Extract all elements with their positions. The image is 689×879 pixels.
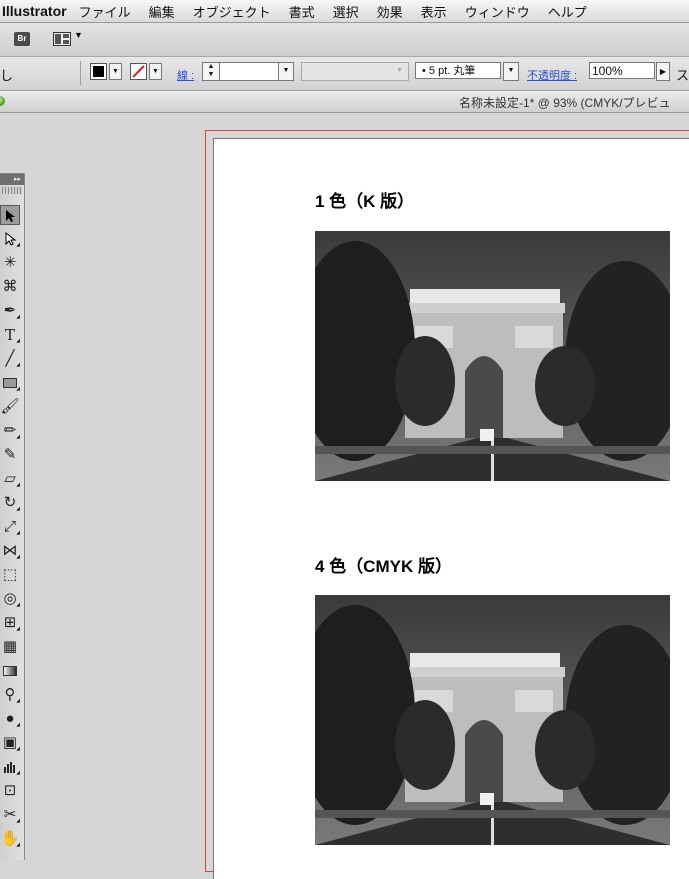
artboard-tool-icon[interactable]: ⊡ (0, 781, 20, 801)
stroke-weight-input[interactable] (219, 62, 279, 81)
style-label[interactable]: ス (676, 65, 689, 84)
document-tab[interactable]: 名称未設定-1* @ 93% (CMYK/プレビュ (0, 91, 689, 113)
hand-tool-icon[interactable]: ✋ ◢ (0, 829, 20, 849)
bridge-button[interactable]: Br (14, 32, 30, 46)
menu-object[interactable]: オブジェクト (193, 2, 271, 21)
menu-edit[interactable]: 編集 (149, 2, 175, 21)
magic-wand-tool-icon[interactable]: ✳ (0, 253, 20, 273)
pencil-tool-icon[interactable]: ✏ ◢ (0, 421, 20, 441)
lasso-tool-icon[interactable]: ⌘ (0, 277, 20, 297)
stroke-weight-stepper[interactable]: ▲ ▼ (202, 62, 220, 81)
photo-arc-de-triomphe-cmyk[interactable] (315, 595, 670, 845)
blob-brush-tool-icon[interactable]: ✎ (0, 445, 20, 465)
menu-select[interactable]: 選択 (333, 2, 359, 21)
slice-tool-icon[interactable]: ✂ ◢ (0, 805, 20, 825)
paintbrush-tool-icon[interactable]: 🖌 (0, 397, 20, 417)
eraser-tool-icon[interactable]: ▱ ◢ (0, 469, 20, 489)
menu-help[interactable]: ヘルプ (548, 2, 587, 21)
collapse-panel-icon[interactable]: ▸▸ (0, 174, 24, 185)
photo-arc-de-triomphe-k[interactable] (315, 231, 670, 481)
control-panel: し ▼ ▼ 線 : ▲ ▼ ▼ ▼ • 5 pt. 丸筆 ▼ 不透明度 : 100… (0, 57, 689, 91)
zoom-window-icon[interactable] (0, 96, 5, 106)
mesh-tool-icon[interactable]: ▦ (0, 637, 20, 657)
shape-builder-tool-icon[interactable]: ◎ ◢ (0, 589, 20, 609)
arrange-documents-icon[interactable] (53, 32, 71, 46)
free-transform-tool-icon[interactable]: ⬚ (0, 565, 20, 585)
selection-tool-icon[interactable] (0, 205, 20, 225)
line-segment-tool-icon[interactable]: ╱ ◢ (0, 349, 20, 369)
eyedropper-tool-icon[interactable]: ⚲ ◢ (0, 685, 21, 705)
panel-grip[interactable] (2, 187, 22, 194)
tools-panel: ▸▸ ◢ ✳ ⌘ ✒ ◢ T ◢ ╱ ◢ ◢ 🖌 ✏ ◢ ✎ ▱ ◢ ↻ ◢ ⤢ ◢ ⋈ ◢ ⬚… (0, 173, 25, 860)
brush-definition-select[interactable]: • 5 pt. 丸筆 (415, 62, 501, 79)
width-tool-icon[interactable]: ⋈ ◢ (0, 541, 21, 561)
menu-effect[interactable]: 効果 (377, 2, 403, 21)
stroke-swatch[interactable] (130, 63, 147, 80)
perspective-grid-tool-icon[interactable]: ⊞ ◢ (0, 613, 20, 633)
fill-swatch[interactable] (90, 63, 107, 80)
rotate-tool-icon[interactable]: ↻ ◢ (0, 493, 20, 513)
rectangle-tool-icon[interactable]: ◢ (0, 373, 20, 393)
pen-tool-icon[interactable]: ✒ ◢ (0, 301, 20, 321)
scale-tool-icon[interactable]: ⤢ ◢ (0, 517, 20, 537)
artboard[interactable]: 1 色（K 版） 4 色（CMYK 版） (213, 138, 689, 879)
column-graph-tool-icon[interactable]: ◢ (0, 757, 20, 777)
stroke-dropdown-arrow[interactable]: ▼ (149, 63, 162, 80)
menu-bar: Illustrator ファイル 編集 オブジェクト 書式 選択 効果 表示 ウ… (0, 0, 689, 23)
canvas-area[interactable]: 1 色（K 版） 4 色（CMYK 版） (0, 113, 689, 879)
brush-dropdown-arrow[interactable]: ▼ (503, 62, 519, 81)
stroke-weight-label[interactable]: 線 : (177, 67, 194, 83)
chevron-down-icon[interactable]: ▼ (74, 30, 83, 40)
opacity-label[interactable]: 不透明度 : (527, 67, 577, 83)
stroke-weight-dropdown[interactable]: ▼ (278, 62, 294, 81)
divider (80, 61, 81, 85)
document-title: 名称未設定-1* @ 93% (CMYK/プレビュ (459, 96, 671, 110)
symbol-sprayer-tool-icon[interactable]: ▣ ◢ (0, 733, 20, 753)
menu-type[interactable]: 書式 (289, 2, 315, 21)
blend-tool-icon[interactable]: ● ◢ (0, 709, 20, 729)
menu-window[interactable]: ウィンドウ (465, 2, 530, 21)
heading-k-plate[interactable]: 1 色（K 版） (315, 187, 414, 212)
opacity-input[interactable]: 100% (589, 62, 655, 79)
heading-cmyk-plate[interactable]: 4 色（CMYK 版） (315, 552, 452, 577)
chevron-down-icon: ▼ (396, 67, 403, 74)
menu-file[interactable]: ファイル (79, 2, 131, 21)
application-bar: Br ▼ (0, 23, 689, 57)
opacity-slider-arrow[interactable]: ▶ (656, 62, 670, 81)
direct-selection-tool-icon[interactable]: ◢ (0, 229, 20, 249)
menu-view[interactable]: 表示 (421, 2, 447, 21)
type-tool-icon[interactable]: T ◢ (0, 325, 20, 345)
fill-dropdown-arrow[interactable]: ▼ (109, 63, 122, 80)
gradient-tool-icon[interactable] (0, 661, 20, 681)
app-menu[interactable]: Illustrator (2, 3, 67, 19)
control-label-fragment: し (0, 68, 14, 83)
